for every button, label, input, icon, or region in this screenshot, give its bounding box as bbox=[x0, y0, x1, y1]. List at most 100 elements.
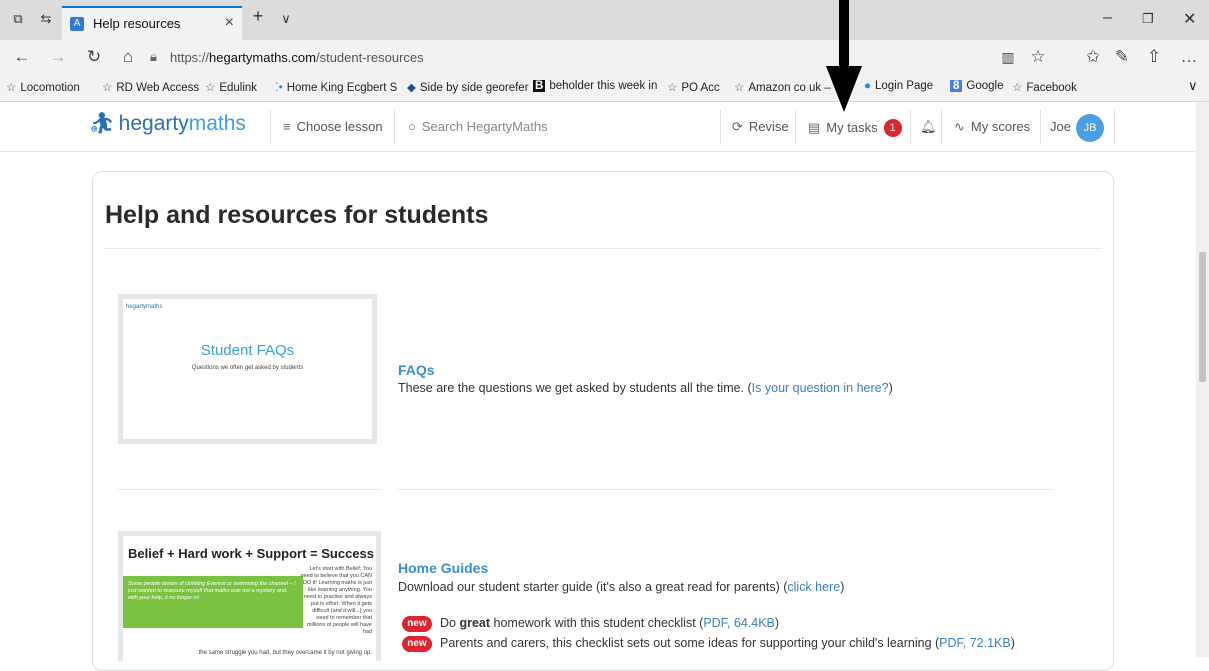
fav-rd-web-access[interactable]: ☆ RD Web Access bbox=[102, 80, 199, 94]
home-icon[interactable]: ⌂ bbox=[118, 47, 138, 67]
list-item: new Do great homework with this student c… bbox=[402, 616, 779, 632]
thumb-quote: Some people dream of climbing Everest or… bbox=[128, 581, 296, 601]
divider bbox=[941, 110, 942, 144]
divider bbox=[398, 489, 1054, 490]
forward-icon[interactable]: → bbox=[48, 47, 68, 67]
divider bbox=[910, 110, 911, 144]
tab-favicon-icon: A bbox=[70, 17, 84, 31]
thumb-bottom-text: the same struggle you had, but they over… bbox=[198, 650, 372, 656]
divider bbox=[720, 110, 721, 144]
b-icon: B bbox=[533, 80, 546, 92]
divider bbox=[270, 110, 271, 144]
search-icon: ○ bbox=[408, 119, 416, 134]
address-bar: ← → ↻ ⌂ 🔒︎ https://hegartymaths.com/stud… bbox=[0, 40, 1209, 74]
star-icon: ☆ bbox=[205, 82, 216, 94]
new-tab-icon[interactable]: + bbox=[250, 7, 266, 25]
site-header: ⛹︎ hegartymaths ≡ Choose lesson ○ Search He… bbox=[0, 102, 1196, 152]
star-icon: ☆ bbox=[102, 82, 113, 94]
browser-tab[interactable]: A Help resources × bbox=[62, 6, 242, 40]
divider bbox=[1114, 110, 1115, 144]
annotation-arrow-icon bbox=[826, 0, 862, 112]
g-icon: 8 bbox=[950, 80, 963, 92]
choose-lesson-button[interactable]: ≡ Choose lesson bbox=[283, 119, 383, 134]
student-checklist-pdf-link[interactable]: PDF, 64.4KB bbox=[703, 616, 775, 630]
back-icon[interactable]: ← bbox=[12, 47, 32, 67]
tab-list-chevron-icon[interactable]: ∨ bbox=[278, 12, 294, 26]
hegartymaths-logo[interactable]: ⛹︎ hegartymaths bbox=[88, 112, 246, 136]
favorites-more-chevron-icon[interactable]: ∨ bbox=[1188, 78, 1198, 94]
faq-description: These are the questions we get asked by … bbox=[398, 381, 893, 395]
my-scores-button[interactable]: ∿ My scores bbox=[954, 119, 1030, 135]
divider bbox=[394, 110, 395, 144]
thumb-title: Belief + Hard work + Support = Success bbox=[128, 546, 375, 561]
logo-figure-icon: ⛹︎ bbox=[88, 112, 115, 135]
fav-po-acc[interactable]: ☆ PO Acc bbox=[667, 80, 720, 94]
star-icon: ☆ bbox=[6, 82, 17, 94]
fav-amazon[interactable]: ☆ Amazon co uk – bbox=[734, 80, 831, 94]
favorite-star-icon[interactable]: ☆ bbox=[1028, 47, 1048, 67]
more-icon[interactable]: … bbox=[1179, 47, 1199, 67]
fav-beholder[interactable]: Bbeholder this week in bbox=[533, 80, 657, 92]
fav-locomotion[interactable]: ☆ Locomotion bbox=[6, 80, 80, 94]
edge-icon: ● bbox=[864, 80, 871, 92]
faq-thumbnail[interactable]: hegartymaths Student FAQs Questions we o… bbox=[118, 294, 377, 444]
home-guides-description: Download our student starter guide (it's… bbox=[398, 580, 845, 594]
page-title: Help and resources for students bbox=[105, 201, 489, 229]
clipboard-icon: ▤ bbox=[808, 120, 821, 135]
divider bbox=[105, 248, 1102, 249]
minimize-icon[interactable]: – bbox=[1103, 9, 1112, 27]
tab-title: Help resources bbox=[93, 16, 181, 31]
fav-side-by-side[interactable]: ◆ Side by side georefer bbox=[407, 80, 529, 94]
home-guides-title[interactable]: Home Guides bbox=[398, 560, 488, 576]
divider bbox=[1040, 110, 1041, 144]
favorites-bar: ☆ Locomotion ☆ RD Web Access ☆ Edulink ⁚• Ho… bbox=[0, 74, 1209, 102]
fav-facebook[interactable]: ☆ Facebook bbox=[1012, 80, 1077, 94]
fav-login-page[interactable]: ● Login Page bbox=[864, 80, 933, 92]
thumb-subtitle: Questions we often get asked by students bbox=[191, 365, 304, 371]
dots-icon: ⁚• bbox=[275, 82, 283, 94]
thumb-side-text: Let's start with Belief: You need to bel… bbox=[300, 566, 372, 635]
tab-actions-icon[interactable]: ⧉ bbox=[10, 12, 26, 26]
restore-icon[interactable]: ❐ bbox=[1142, 11, 1154, 27]
url-field[interactable]: https://hegartymaths.com/student-resourc… bbox=[170, 50, 424, 65]
fav-google[interactable]: 8 Google bbox=[950, 80, 1004, 92]
parents-checklist-pdf-link[interactable]: PDF, 72.1KB bbox=[939, 636, 1011, 650]
scores-icon: ∿ bbox=[954, 119, 965, 134]
thumb-logo: hegartymaths bbox=[126, 304, 163, 310]
refresh-icon[interactable]: ↻ bbox=[84, 47, 104, 67]
star-icon: ☆ bbox=[734, 82, 745, 94]
lock-icon: 🔒︎ bbox=[150, 49, 157, 64]
scrollbar-thumb[interactable] bbox=[1199, 252, 1206, 382]
user-name[interactable]: Joe bbox=[1050, 119, 1071, 134]
notifications-bell-icon[interactable]: 🔔︎ bbox=[920, 119, 937, 135]
faq-link[interactable]: Is your question in here? bbox=[752, 381, 889, 395]
fav-home-king-ecgbert[interactable]: ⁚• Home King Ecgbert S bbox=[275, 80, 397, 94]
reading-view-icon[interactable]: ▥ bbox=[998, 49, 1018, 66]
favorites-hub-icon[interactable]: ✩ bbox=[1083, 47, 1103, 67]
new-badge: new bbox=[402, 616, 432, 632]
divider bbox=[795, 110, 796, 144]
tasks-count-badge: 1 bbox=[883, 119, 902, 137]
new-badge: new bbox=[402, 636, 432, 652]
my-tasks-button[interactable]: ▤ My tasks 1 bbox=[808, 119, 902, 137]
menu-icon: ≡ bbox=[283, 119, 291, 134]
divider bbox=[118, 489, 381, 490]
star-icon: ☆ bbox=[1012, 82, 1023, 94]
revise-button[interactable]: ⟳ Revise bbox=[732, 119, 789, 135]
share-icon[interactable]: ⇧ bbox=[1144, 47, 1164, 67]
search-input[interactable]: ○ Search HegartyMaths bbox=[408, 119, 548, 134]
avatar[interactable]: JB bbox=[1076, 114, 1104, 142]
faq-title[interactable]: FAQs bbox=[398, 362, 435, 378]
fav-edulink[interactable]: ☆ Edulink bbox=[205, 80, 257, 94]
list-item: new Parents and carers, this checklist se… bbox=[402, 636, 1015, 652]
close-tab-icon[interactable]: × bbox=[225, 14, 234, 32]
thumb-title: Student FAQs bbox=[200, 342, 295, 359]
page-scrollbar[interactable] bbox=[1196, 102, 1209, 657]
close-window-icon[interactable]: ✕ bbox=[1183, 9, 1196, 29]
home-guides-thumbnail[interactable]: Belief + Hard work + Support = Success S… bbox=[118, 531, 381, 661]
star-icon: ☆ bbox=[667, 82, 678, 94]
notes-icon[interactable]: ✎ bbox=[1112, 47, 1132, 67]
refresh-cycle-icon: ⟳ bbox=[732, 119, 743, 134]
set-aside-tabs-icon[interactable]: ⇆ bbox=[38, 12, 54, 26]
starter-guide-link[interactable]: click here bbox=[787, 580, 840, 594]
